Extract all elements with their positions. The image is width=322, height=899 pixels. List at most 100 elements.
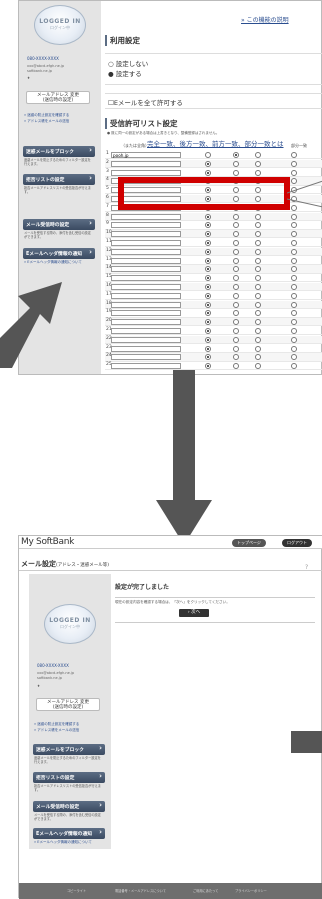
match-type-radio[interactable]: [255, 301, 261, 308]
match-type-radio[interactable]: [291, 231, 297, 238]
side-link-2[interactable]: » アドレス帳をメールの送信: [24, 119, 69, 123]
match-type-radio[interactable]: [255, 275, 261, 282]
match-type-radio[interactable]: [255, 257, 261, 264]
match-type-radio[interactable]: [205, 354, 211, 361]
match-type-radio[interactable]: [291, 292, 297, 299]
match-type-radio[interactable]: [291, 301, 297, 308]
match-type-radio[interactable]: [255, 284, 261, 290]
match-type-radio[interactable]: [291, 345, 297, 352]
address-input[interactable]: [111, 266, 181, 273]
address-input[interactable]: [111, 292, 181, 299]
match-type-radio[interactable]: [233, 248, 239, 255]
match-type-radio[interactable]: [291, 319, 297, 326]
match-type-radio[interactable]: [291, 240, 297, 246]
match-type-radio[interactable]: [255, 310, 261, 317]
address-input[interactable]: [111, 213, 181, 220]
option-on[interactable]: ● 設定する: [108, 68, 142, 78]
menu-desc-header[interactable]: » Eメールヘッダ情報の通知について: [24, 260, 82, 264]
address-input[interactable]: [111, 345, 181, 352]
menu-head-reject-2[interactable]: 拒否リストの設定: [33, 772, 105, 783]
address-input[interactable]: [111, 336, 181, 343]
match-type-radio[interactable]: [233, 292, 239, 299]
menu-head-receive-2[interactable]: メール受信時の設定: [33, 801, 105, 812]
match-type-radio[interactable]: [255, 266, 261, 273]
address-input[interactable]: [111, 169, 181, 176]
side-link-1b[interactable]: » 迷惑の防止設定を確認する: [34, 722, 79, 726]
match-type-radio[interactable]: [255, 160, 261, 167]
match-type-radio[interactable]: [291, 266, 297, 273]
menu-head-block[interactable]: 迷惑メールをブロック: [23, 146, 95, 157]
match-type-radio[interactable]: [291, 160, 297, 167]
match-type-radio[interactable]: [205, 363, 211, 370]
footer-link-4[interactable]: プライバシーポリシー: [235, 888, 267, 893]
match-type-radio[interactable]: [233, 240, 239, 246]
side-link-1[interactable]: » 迷惑の防止設定を確認する: [24, 113, 69, 117]
match-type-radio[interactable]: [233, 345, 239, 352]
match-type-radio[interactable]: [205, 275, 211, 282]
address-input[interactable]: [111, 248, 181, 255]
address-input[interactable]: [111, 310, 181, 317]
match-type-radio[interactable]: [255, 213, 261, 220]
address-input[interactable]: [111, 363, 181, 370]
match-type-radio[interactable]: [233, 328, 239, 334]
change-address-button[interactable]: メールアドレス 変更 (送信時の設定): [26, 91, 90, 104]
match-type-radio[interactable]: [291, 222, 297, 229]
match-type-radio[interactable]: [205, 310, 211, 317]
menu-head-reject[interactable]: 拒否リストの設定: [23, 174, 95, 185]
address-input[interactable]: pooh.jp: [111, 152, 181, 158]
match-type-radio[interactable]: [291, 169, 297, 176]
match-type-radio[interactable]: [255, 231, 261, 238]
match-type-radio[interactable]: [255, 152, 261, 158]
match-type-radio[interactable]: [233, 310, 239, 317]
allow-all-checkbox[interactable]: ☐Eメールを全て許可する: [108, 97, 183, 107]
address-input[interactable]: [111, 231, 181, 238]
match-type-radio[interactable]: [255, 248, 261, 255]
match-type-radio[interactable]: [205, 345, 211, 352]
logout-button[interactable]: ログアウト: [282, 539, 312, 547]
match-type-radio[interactable]: [233, 213, 239, 220]
match-type-radio[interactable]: [291, 213, 297, 220]
match-type-radio[interactable]: [233, 336, 239, 343]
match-type-radio[interactable]: [291, 310, 297, 317]
match-type-radio[interactable]: [205, 284, 211, 290]
address-input[interactable]: [111, 319, 181, 326]
match-type-radio[interactable]: [205, 213, 211, 220]
match-type-radio[interactable]: [205, 152, 211, 158]
match-type-radio[interactable]: [233, 231, 239, 238]
match-type-radio[interactable]: [205, 301, 211, 308]
match-type-radio[interactable]: [205, 222, 211, 229]
menu-desc-header-2[interactable]: » Eメールヘッダ情報の通知について: [34, 840, 92, 844]
match-type-radio[interactable]: [255, 336, 261, 343]
match-type-radio[interactable]: [233, 354, 239, 361]
match-type-radio[interactable]: [255, 345, 261, 352]
match-type-radio[interactable]: [205, 328, 211, 334]
match-type-radio[interactable]: [205, 292, 211, 299]
match-type-radio[interactable]: [205, 160, 211, 167]
match-type-radio[interactable]: [291, 257, 297, 264]
match-type-radio[interactable]: [291, 152, 297, 158]
address-input[interactable]: [111, 257, 181, 264]
match-type-radio[interactable]: [205, 169, 211, 176]
match-type-radio[interactable]: [205, 257, 211, 264]
address-input[interactable]: [111, 240, 181, 246]
address-input[interactable]: [111, 160, 181, 167]
menu-head-receive[interactable]: メール受信時の設定: [23, 219, 95, 230]
match-type-radio[interactable]: [255, 240, 261, 246]
feature-help-link[interactable]: » この機能の説明: [241, 15, 289, 24]
match-type-radio[interactable]: [233, 266, 239, 273]
match-type-radio[interactable]: [255, 363, 261, 370]
footer-link-3[interactable]: ご利用にあたって: [193, 888, 218, 893]
match-type-radio[interactable]: [291, 354, 297, 361]
address-input[interactable]: [111, 354, 181, 361]
address-input[interactable]: [111, 284, 181, 290]
match-type-radio[interactable]: [233, 319, 239, 326]
match-type-radio[interactable]: [291, 336, 297, 343]
match-type-radio[interactable]: [255, 292, 261, 299]
address-input[interactable]: [111, 301, 181, 308]
menu-head-header-2[interactable]: Eメールヘッダ情報の通知: [33, 828, 105, 839]
menu-head-block-2[interactable]: 迷惑メールをブロック: [33, 744, 105, 755]
footer-link-1[interactable]: コピーライト: [67, 888, 86, 893]
top-page-button[interactable]: トップページ: [232, 539, 266, 547]
match-type-radio[interactable]: [255, 328, 261, 334]
match-type-radio[interactable]: [233, 257, 239, 264]
